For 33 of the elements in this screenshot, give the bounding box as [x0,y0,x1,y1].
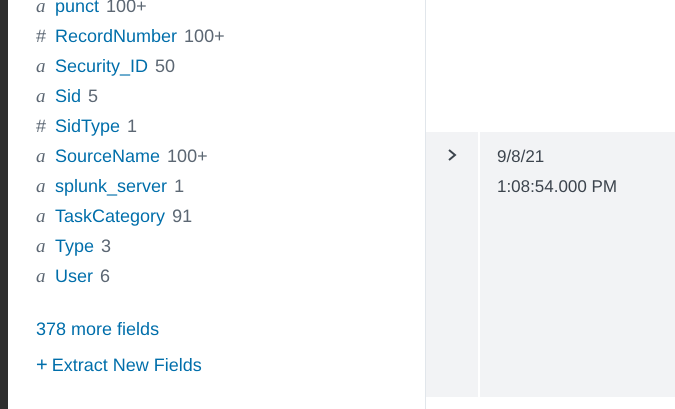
extract-fields-link[interactable]: + Extract New Fields [36,353,202,377]
field-name-link[interactable]: punct [55,0,100,21]
field-name-link[interactable]: Security_ID [55,51,148,81]
field-name-link[interactable]: TaskCategory [55,201,166,231]
more-fields-link[interactable]: 378 more fields [36,317,160,341]
field-count: 5 [88,85,98,108]
string-type-icon: a [36,142,55,172]
event-date: 9/8/21 [497,146,544,168]
field-name-link[interactable]: RecordNumber [55,21,178,51]
field-name-link[interactable]: SidType [55,111,120,141]
string-type-icon: a [36,232,55,262]
number-type-icon: # [36,21,55,51]
field-count: 1 [174,175,184,198]
field-name-link[interactable]: SourceName [55,141,160,171]
string-type-icon: a [36,262,55,292]
field-name-link[interactable]: splunk_server [55,171,168,201]
field-count: 1 [127,115,138,138]
number-type-icon: # [36,111,55,141]
field-count: 6 [100,265,110,288]
string-type-icon: a [36,202,55,232]
field-count: 91 [172,205,192,228]
event-time: 1:08:54.000 PM [497,176,618,198]
string-type-icon: a [36,172,55,202]
field-name-link[interactable]: User [55,261,94,291]
field-name-link[interactable]: Type [55,231,94,261]
field-count: 50 [155,55,176,78]
string-type-icon: a [36,52,55,82]
string-type-icon: a [36,82,55,112]
field-count: 100+ [184,25,225,48]
field-name-link[interactable]: Sid [55,81,82,111]
field-count: 3 [101,235,112,258]
string-type-icon: a [36,0,55,22]
field-count: 100+ [167,145,208,168]
